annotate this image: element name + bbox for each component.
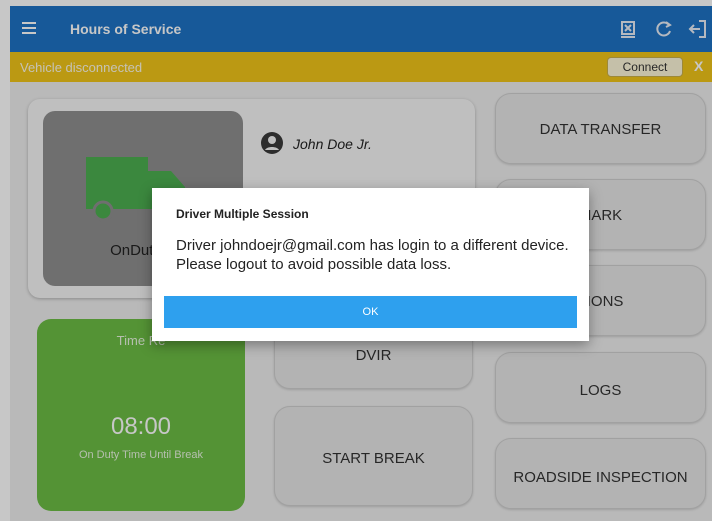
dialog-title: Driver Multiple Session <box>176 207 309 221</box>
dialog-message: Driver johndoejr@gmail.com has login to … <box>176 237 569 273</box>
ok-button[interactable]: OK <box>164 296 577 328</box>
multiple-session-dialog: Driver Multiple Session Driver johndoejr… <box>152 188 589 341</box>
